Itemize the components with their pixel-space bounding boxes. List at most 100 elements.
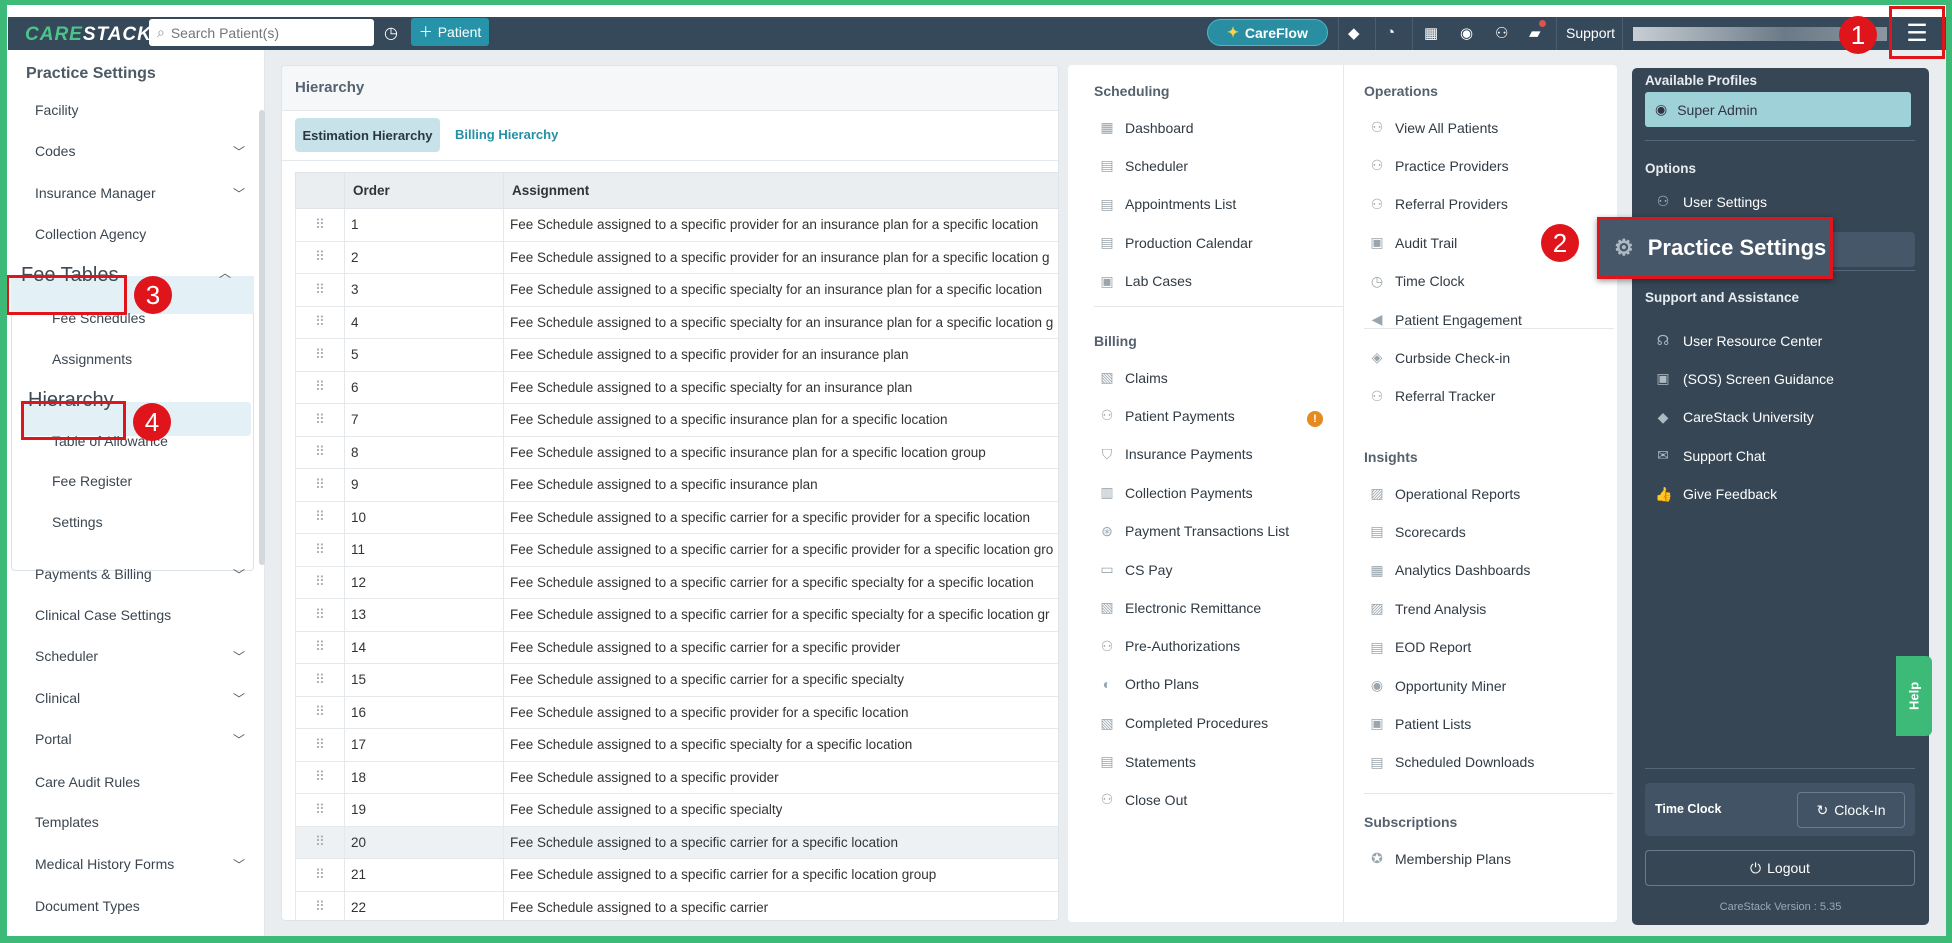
menu-item-close-out[interactable]: ⚇ Close Out [1099,791,1188,808]
sidebar-item-clinical-case-settings[interactable]: Clinical Case Settings [35,607,245,623]
menu-item-audit-trail[interactable]: ▣ Audit Trail [1369,234,1457,251]
drag-handle-icon[interactable]: ⠿ [295,565,345,599]
menu-item-view-all-patients[interactable]: ⚇ View All Patients [1369,119,1499,136]
table-row[interactable]: ⠿ 16 Fee Schedule assigned to a specific p… [295,695,1058,729]
sidebar-item-settings[interactable]: Settings [52,514,262,530]
menu-item-payment-transactions-list[interactable]: ⊛ Payment Transactions List [1099,523,1289,540]
table-row[interactable]: ⠿ 11 Fee Schedule assigned to a specific c… [295,533,1058,567]
users-icon[interactable]: ⚇ [1495,24,1508,42]
menu-item-opportunity-miner[interactable]: ◉ Opportunity Miner [1369,677,1506,694]
table-row[interactable]: ⠿ 1 Fee Schedule assigned to a specific pr… [295,208,1058,242]
support-item-give-feedback[interactable]: 👍 Give Feedback [1655,486,1777,503]
table-row[interactable]: ⠿ 12 Fee Schedule assigned to a specific c… [295,565,1058,599]
menu-item-ortho-plans[interactable]: ◐ Ortho Plans [1099,676,1199,692]
table-row[interactable]: ⠿ 2 Fee Schedule assigned to a specific pr… [295,240,1058,274]
table-row[interactable]: ⠿ 4 Fee Schedule assigned to a specific sp… [295,305,1058,339]
menu-item-patient-lists[interactable]: ▣ Patient Lists [1369,715,1471,732]
support-item-support-chat[interactable]: ✉ Support Chat [1655,447,1765,464]
profile-super-admin[interactable]: ◉ Super Admin [1645,92,1911,127]
sidebar-item-insurance-manager[interactable]: Insurance Manager ﹀ [35,185,245,202]
table-row[interactable]: ⠿ 7 Fee Schedule assigned to a specific in… [295,403,1058,437]
menu-item-scorecards[interactable]: ▤ Scorecards [1369,523,1465,540]
menu-item-patient-engagement[interactable]: ◀ Patient Engagement [1369,311,1522,328]
menu-item-referral-tracker[interactable]: ⚇ Referral Tracker [1369,388,1496,405]
dashboard-gauge-icon[interactable]: ◔ [1386,24,1395,41]
table-row[interactable]: ⠿ 20 Fee Schedule assigned to a specific c… [295,825,1058,859]
menu-item-operational-reports[interactable]: ▨ Operational Reports [1369,485,1520,502]
sidebar-item-templates[interactable]: Templates [35,814,245,830]
sidebar-item-scheduler[interactable]: Scheduler ﹀ [35,648,245,665]
table-row[interactable]: ⠿ 8 Fee Schedule assigned to a specific in… [295,435,1058,469]
menu-item-dashboard[interactable]: ▦ Dashboard [1099,119,1193,136]
table-row[interactable]: ⠿ 10 Fee Schedule assigned to a specific c… [295,500,1058,534]
table-row[interactable]: ⠿ 22 Fee Schedule assigned to a specific c… [295,890,1058,920]
menu-item-cs-pay[interactable]: ▭ CS Pay [1099,561,1172,578]
support-item-carestack-university[interactable]: ◆ CareStack University [1655,409,1814,426]
sidebar-item-care-audit-rules[interactable]: Care Audit Rules [35,774,245,790]
search-input[interactable] [170,24,361,41]
calendar-icon[interactable]: ▦ [1424,24,1438,42]
table-row[interactable]: ⠿ 6 Fee Schedule assigned to a specific sp… [295,370,1058,404]
menu-item-collection-payments[interactable]: ▥ Collection Payments [1099,484,1252,501]
sidebar-item-collection-agency[interactable]: Collection Agency [35,226,245,242]
menu-item-trend-analysis[interactable]: ▨ Trend Analysis [1369,600,1486,617]
drag-handle-icon[interactable]: ⠿ [295,500,345,534]
drag-handle-icon[interactable]: ⠿ [295,273,345,307]
support-item-user-resource-center[interactable]: ☊ User Resource Center [1655,332,1823,349]
history-icon[interactable]: ◷ [384,23,398,43]
practice-settings-callout[interactable]: ⚙ Practice Settings [1597,217,1833,279]
tab-estimation-hierarchy[interactable]: Estimation Hierarchy [295,118,440,152]
drag-handle-icon[interactable]: ⠿ [295,370,345,404]
drag-handle-icon[interactable]: ⠿ [295,598,345,632]
university-icon[interactable]: ◆ [1348,24,1360,42]
table-row[interactable]: ⠿ 21 Fee Schedule assigned to a specific c… [295,858,1058,892]
table-row[interactable]: ⠿ 19 Fee Schedule assigned to a specific s… [295,793,1058,827]
sidebar-item-document-types[interactable]: Document Types [35,898,245,914]
drag-handle-icon[interactable]: ⠿ [295,208,345,242]
menu-item-completed-procedures[interactable]: ▧ Completed Procedures [1099,715,1268,732]
drag-handle-icon[interactable]: ⠿ [295,403,345,437]
drag-handle-icon[interactable]: ⠿ [295,240,345,274]
support-link[interactable]: Support [1566,25,1615,41]
sidebar-item-clinical[interactable]: Clinical ﹀ [35,690,245,707]
menu-item-patient-payments[interactable]: ⚇ Patient Payments [1099,407,1235,424]
drag-handle-icon[interactable]: ⠿ [295,728,345,762]
table-row[interactable]: ⠿ 5 Fee Schedule assigned to a specific pr… [295,338,1058,372]
add-patient-button[interactable]: ＋ Patient [411,18,489,46]
drag-handle-icon[interactable]: ⠿ [295,630,345,664]
menu-item-pre-authorizations[interactable]: ⚇ Pre-Authorizations [1099,638,1240,655]
menu-item-analytics-dashboards[interactable]: ▦ Analytics Dashboards [1369,562,1530,579]
menu-item-referral-providers[interactable]: ⚇ Referral Providers [1369,196,1508,213]
chat-icon[interactable]: ▰ [1529,20,1546,42]
menu-item-production-calendar[interactable]: ▤ Production Calendar [1099,234,1252,251]
drag-handle-icon[interactable]: ⠿ [295,858,345,892]
carestack-logo[interactable]: CARESTACK [25,24,152,46]
drag-handle-icon[interactable]: ⠿ [295,663,345,697]
menu-item-insurance-payments[interactable]: ⛉ Insurance Payments [1099,446,1253,463]
table-row[interactable]: ⠿ 3 Fee Schedule assigned to a specific sp… [295,273,1058,307]
drag-handle-icon[interactable]: ⠿ [295,305,345,339]
logout-button[interactable]: ⏻ Logout [1645,850,1915,886]
table-row[interactable]: ⠿ 14 Fee Schedule assigned to a specific c… [295,630,1058,664]
menu-item-electronic-remittance[interactable]: ▧ Electronic Remittance [1099,599,1261,616]
tab-billing-hierarchy[interactable]: Billing Hierarchy [455,127,558,142]
table-row[interactable]: ⠿ 18 Fee Schedule assigned to a specific p… [295,760,1058,794]
menu-item-practice-providers[interactable]: ⚇ Practice Providers [1369,157,1509,174]
sidebar-item-payments-billing[interactable]: Payments & Billing ﹀ [35,566,245,583]
sidebar-item-medical-history-forms[interactable]: Medical History Forms ﹀ [35,856,245,873]
sidebar-item-facility[interactable]: Facility [35,102,245,118]
drag-handle-icon[interactable]: ⠿ [295,468,345,502]
support-item-sos-screen-guidance[interactable]: ▣ (SOS) Screen Guidance [1655,370,1834,387]
drag-handle-icon[interactable]: ⠿ [295,533,345,567]
drag-handle-icon[interactable]: ⠿ [295,760,345,794]
menu-item-time-clock[interactable]: ◷ Time Clock [1369,273,1465,290]
sidebar-item-fee-register[interactable]: Fee Register [52,473,262,489]
menu-item-claims[interactable]: ▧ Claims [1099,369,1167,386]
drag-handle-icon[interactable]: ⠿ [295,695,345,729]
sidebar-item-codes[interactable]: Codes ﹀ [35,143,245,160]
menu-item-lab-cases[interactable]: ▣ Lab Cases [1099,273,1192,290]
drag-handle-icon[interactable]: ⠿ [295,825,345,859]
table-row[interactable]: ⠿ 13 Fee Schedule assigned to a specific c… [295,598,1058,632]
drag-handle-icon[interactable]: ⠿ [295,793,345,827]
menu-item-scheduler[interactable]: ▤ Scheduler [1099,157,1188,174]
